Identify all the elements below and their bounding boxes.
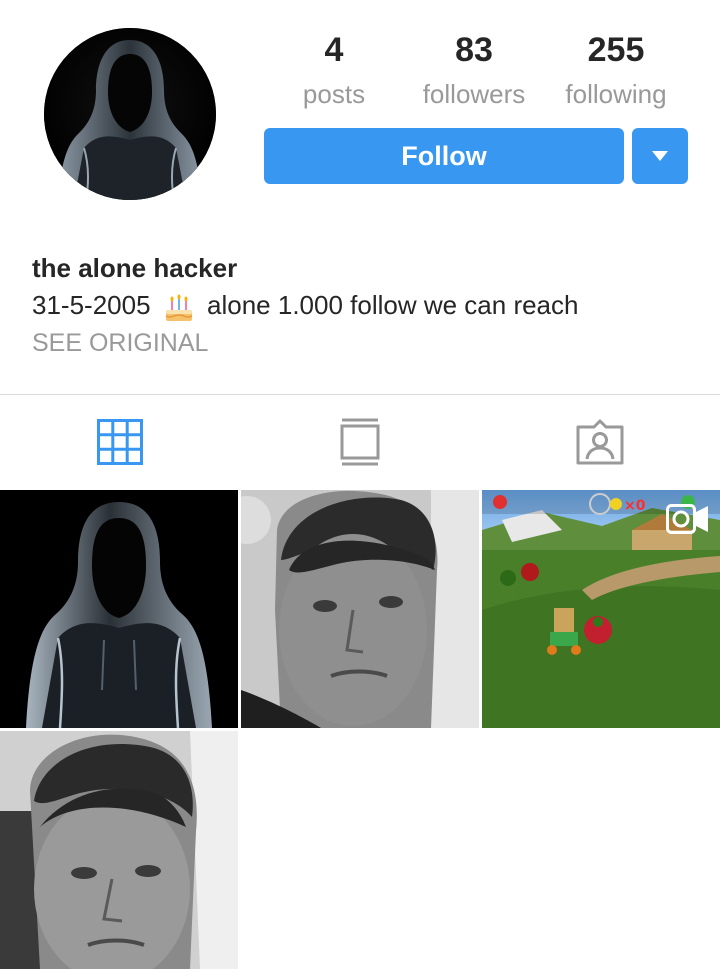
bio-date: 31-5-2005 bbox=[32, 290, 151, 320]
posts-label: posts bbox=[302, 79, 366, 109]
post-tile-3[interactable]: ×0 bbox=[482, 490, 720, 728]
profile-page: 4 posts 83 followers 255 following Follo… bbox=[0, 0, 720, 980]
profile-stats: 4 posts 83 followers 255 following bbox=[264, 30, 688, 114]
video-icon bbox=[666, 504, 708, 534]
profile-name: the alone hacker bbox=[32, 253, 238, 283]
svg-text:×0: ×0 bbox=[624, 498, 646, 514]
selfie-photo bbox=[0, 731, 238, 969]
stat-followers[interactable]: 83 followers bbox=[414, 30, 534, 114]
bio-text: 31-5-2005 alone 1.000 follow we can reac… bbox=[32, 286, 692, 324]
feed-icon bbox=[340, 418, 380, 466]
followers-count: 83 bbox=[455, 31, 493, 69]
post-tile-1[interactable] bbox=[0, 490, 238, 728]
hooded-figure-image bbox=[44, 28, 216, 200]
hooded-figure-photo bbox=[0, 490, 238, 728]
post-tile-4[interactable] bbox=[0, 731, 238, 969]
suggested-users-button[interactable] bbox=[632, 128, 688, 184]
selfie-photo bbox=[241, 490, 479, 728]
following-label: following bbox=[565, 79, 667, 109]
tagged-user-icon bbox=[576, 419, 624, 465]
stat-posts[interactable]: 4 posts bbox=[284, 30, 384, 114]
posts-grid: ×0 bbox=[0, 490, 720, 980]
post-tile-2[interactable] bbox=[241, 490, 479, 728]
bio-body: alone 1.000 follow we can reach bbox=[207, 290, 579, 320]
stat-following[interactable]: 255 following bbox=[556, 30, 676, 114]
follow-button[interactable]: Follow bbox=[264, 128, 624, 184]
grid-icon bbox=[97, 419, 143, 465]
posts-count: 4 bbox=[324, 31, 344, 69]
profile-bio: the alone hacker 31-5-2005 alone 1.000 f… bbox=[32, 250, 692, 362]
tab-grid-view[interactable] bbox=[0, 395, 240, 489]
tab-feed-view[interactable] bbox=[240, 395, 480, 489]
following-count: 255 bbox=[587, 31, 645, 69]
profile-tabs bbox=[0, 395, 720, 489]
chevron-down-icon bbox=[652, 151, 668, 161]
tab-tagged-view[interactable] bbox=[480, 395, 720, 489]
see-original-link[interactable]: SEE ORIGINAL bbox=[32, 324, 692, 362]
profile-avatar[interactable] bbox=[44, 28, 216, 200]
followers-label: followers bbox=[422, 79, 526, 109]
birthday-cake-icon bbox=[162, 290, 196, 324]
